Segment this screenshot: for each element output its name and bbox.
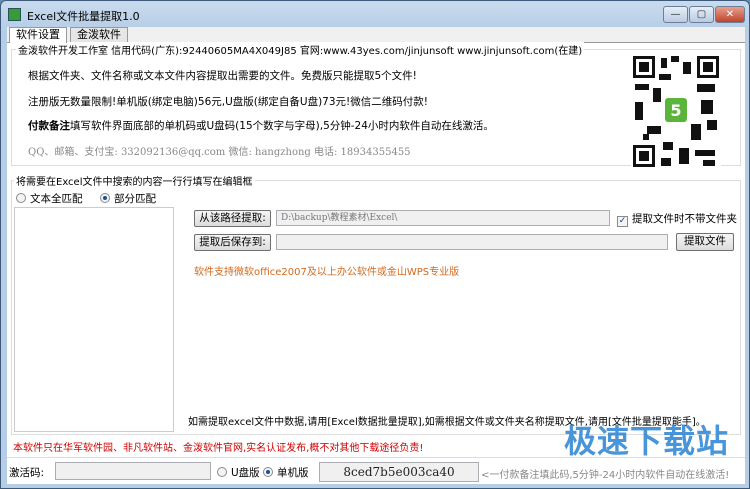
usb-version-label: U盘版 (231, 467, 260, 479)
save-path-input[interactable] (276, 234, 668, 250)
tab-software-settings[interactable]: 软件设置 (9, 27, 67, 43)
machine-code-hint: <一付款备注填此码,5分钟-24小时内软件自动在线激活! (481, 470, 730, 481)
contact-info: QQ、邮箱、支付宝: 332092136@qq.com 微信: hangzhon… (28, 147, 411, 158)
match-full-radio[interactable]: 文本全匹配 (16, 191, 83, 206)
app-window: Excel文件批量提取1.0 — ▢ ✕ 软件设置 金泼软件 金泼软件开发工作室… (0, 0, 750, 489)
no-folder-checkbox[interactable]: ✓ 提取文件时不带文件夹 (617, 211, 737, 227)
maximize-button[interactable]: ▢ (689, 6, 714, 23)
activation-code-input[interactable] (55, 462, 211, 480)
radio-icon (217, 467, 227, 477)
info-line-3: 付款备注填写软件界面底部的单机码或U盘码(15个数字与字母),5分钟-24小时内… (28, 118, 494, 133)
window-title: Excel文件批量提取1.0 (27, 10, 140, 23)
app-icon (8, 8, 21, 21)
info-group: 金泼软件开发工作室 信用代码(广东):92440605MA4X049J85 官网… (11, 42, 741, 169)
watermark-logo: 极速下载站 (563, 422, 729, 460)
payment-note-text: 填写软件界面底部的单机码或U盘码(15个数字与字母),5分钟-24小时内软件自动… (70, 120, 494, 132)
search-group: 将需要在Excel文件中搜索的内容一行行填写在编辑框 文本全匹配 部分匹配 从该… (11, 173, 741, 435)
info-legend: 金泼软件开发工作室 信用代码(广东):92440605MA4X049J85 官网… (16, 42, 585, 57)
radio-icon (16, 193, 26, 203)
no-folder-label: 提取文件时不带文件夹 (632, 213, 737, 225)
radio-selected-icon (263, 467, 273, 477)
pc-version-radio[interactable]: 单机版 (263, 465, 309, 480)
machine-code-field[interactable]: 8ced7b5e003ca40 (319, 462, 479, 482)
tab-jinjun-software[interactable]: 金泼软件 (70, 27, 128, 42)
match-partial-label: 部分匹配 (114, 193, 156, 205)
minimize-button[interactable]: — (663, 6, 688, 23)
wechat-qr-code: 5 (631, 54, 721, 169)
info-line-2: 注册版无数量限制!单机版(绑定电脑)56元,U盘版(绑定自备U盘)73元!微信二… (28, 96, 428, 108)
close-button[interactable]: ✕ (715, 6, 745, 23)
extract-files-button[interactable]: 提取文件 (676, 233, 734, 251)
pc-version-label: 单机版 (277, 467, 309, 479)
title-bar: Excel文件批量提取1.0 — ▢ ✕ (1, 1, 749, 27)
info-line-1: 根据文件夹、文件名称或文本文件内容提取出需要的文件。免费版只能提取5个文件! (28, 70, 417, 82)
source-path-input[interactable]: D:\backup\教程素材\Excel\ (276, 210, 610, 226)
save-path-button[interactable]: 提取后保存到: (194, 234, 271, 251)
checkbox-checked-icon: ✓ (617, 216, 628, 227)
activation-label: 激活码: (9, 467, 45, 479)
payment-note-label: 付款备注 (28, 120, 70, 132)
distribution-notice: 本软件只在华军软件园、非凡软件站、金泼软件官网,实名认证发布,概不对其他下载途径… (13, 443, 424, 454)
search-legend: 将需要在Excel文件中搜索的内容一行行填写在编辑框 (14, 173, 255, 188)
radio-selected-icon (100, 193, 110, 203)
match-full-label: 文本全匹配 (30, 193, 83, 205)
usb-version-radio[interactable]: U盘版 (217, 465, 260, 480)
svg-text:5: 5 (670, 101, 681, 120)
support-note: 软件支持微软office2007及以上办公软件或金山WPS专业版 (194, 267, 460, 278)
match-partial-radio[interactable]: 部分匹配 (100, 191, 156, 206)
search-terms-textarea[interactable] (14, 207, 174, 432)
source-path-button[interactable]: 从该路径提取: (194, 210, 271, 227)
